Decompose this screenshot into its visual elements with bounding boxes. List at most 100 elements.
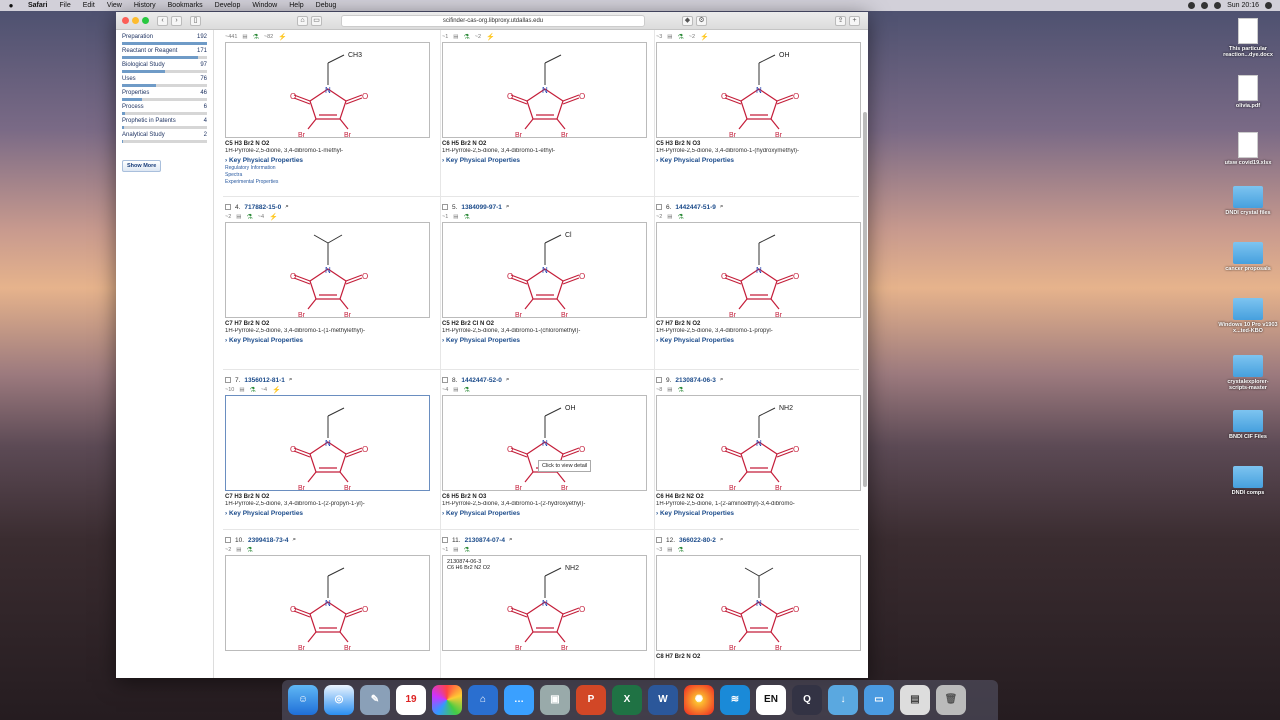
extension-icon[interactable]: ◆ [682,15,693,26]
filter-item[interactable]: Preparation 192 [122,34,207,45]
structure-image[interactable]: 2130874-06-3 C6 H6 Br2 N2 O2 O O N Br Br NH2 [442,555,647,652]
refs-count[interactable]: ~3 [656,547,662,553]
network-icon[interactable]: ≋ [720,685,750,715]
select-checkbox[interactable] [225,204,231,210]
finder-icon[interactable]: ☺ [288,685,318,715]
flask-icon[interactable]: ⚗ [463,33,469,41]
select-checkbox[interactable] [656,537,662,543]
cas-number-link[interactable]: 1442447-51-9 [675,204,715,211]
menu-view[interactable]: View [101,2,128,9]
preview-icon[interactable]: ✎ [360,685,390,715]
select-checkbox[interactable] [656,204,662,210]
filter-item[interactable]: Properties 46 [122,90,207,101]
structure-image[interactable]: O O N Br Br Cl [442,222,647,319]
experimental-properties-link[interactable]: Experimental Properties [225,179,433,185]
safari-icon[interactable]: ◎ [324,685,354,715]
key-physical-properties-link[interactable]: › Key Physical Properties [442,510,650,517]
desktop-item[interactable]: olivia.pdf [1218,75,1278,109]
desktop-item[interactable]: This particular reaction...dye.docx [1218,18,1278,58]
structure-image[interactable]: O O N Br Br [656,222,861,319]
cas-number-link[interactable]: 366022-80-2 [679,537,716,544]
structure-image[interactable]: O O N Br Br CH3 [225,42,430,139]
flask-icon[interactable]: ⚗ [246,546,252,554]
magnifier-icon[interactable]: ⌕ [289,376,293,384]
refs-count[interactable]: ~1 [442,214,448,220]
image-capture-icon[interactable]: ▣ [540,685,570,715]
select-checkbox[interactable] [442,204,448,210]
flask-icon[interactable]: ⚗ [463,546,469,554]
key-physical-properties-link[interactable]: › Key Physical Properties [442,157,650,164]
refs-count[interactable]: ~4 [442,387,448,393]
excel-icon[interactable]: X [612,685,642,715]
settings-icon[interactable]: ⚙ [696,15,707,26]
filter-item[interactable]: Prophetic in Patents 4 [122,118,207,129]
desktop-item[interactable]: DNDI crystal files [1218,186,1278,216]
reference-icon[interactable]: ▤ [453,214,458,220]
structure-image[interactable]: O O N Br Br [225,555,430,652]
magnifier-icon[interactable]: ⌕ [720,203,724,211]
structure-image[interactable]: O O N Br Br [442,42,647,139]
molecule-icon[interactable]: ✺ [684,685,714,715]
tabs-icon[interactable]: ▭ [311,15,322,26]
reference-icon[interactable]: ▤ [667,214,672,220]
refs-count[interactable]: ~1 [442,34,448,40]
reference-icon[interactable]: ▤ [239,387,244,393]
flask-icon[interactable]: ⚗ [250,386,256,394]
reactions-count[interactable]: ~82 [264,34,273,40]
menu-debug[interactable]: Debug [310,2,343,9]
cas-number-link[interactable]: 1356012-81-1 [244,377,284,384]
structure-image[interactable]: O O N Br Br OH [656,42,861,139]
menu-edit[interactable]: Edit [77,2,101,9]
reference-icon[interactable]: ▤ [242,34,247,40]
menu-bookmarks[interactable]: Bookmarks [162,2,209,9]
magnifier-icon[interactable]: ⌕ [506,203,510,211]
reaction-icon[interactable]: ⚡ [700,33,709,41]
regulatory-info-link[interactable]: Regulatory Information [225,165,433,171]
flask-icon[interactable]: ⚗ [253,33,259,41]
reference-icon[interactable]: ▤ [667,34,672,40]
structure-image[interactable]: O O N Br Br OH [442,395,647,492]
folder-icon[interactable]: ▭ [864,685,894,715]
scrollbar[interactable] [863,112,867,487]
select-checkbox[interactable] [225,377,231,383]
desktop-item[interactable]: BNDI CIF Files [1218,410,1278,440]
desktop-item[interactable]: Windows 10 Pro v1903 x...ted-KBO [1218,298,1278,334]
reaction-icon[interactable]: ⚡ [272,386,281,394]
filter-item[interactable]: Analytical Study 2 [122,132,207,143]
reference-icon[interactable]: ▤ [453,387,458,393]
apple-icon[interactable]: ● [0,1,22,10]
cas-number-link[interactable]: 2130874-07-4 [465,537,505,544]
flask-icon[interactable]: ⚗ [677,546,683,554]
quicktime-icon[interactable]: Q [792,685,822,715]
sidebar-icon[interactable]: ▯ [190,15,201,26]
status-icon[interactable] [1188,2,1196,9]
battery-icon[interactable] [1214,2,1222,9]
reaction-icon[interactable]: ⚡ [486,33,495,41]
home-icon[interactable]: ⌂ [297,15,308,26]
structure-image[interactable]: O O N Br Br NH2 [656,395,861,492]
flask-icon[interactable]: ⚗ [677,213,683,221]
filter-item[interactable]: Biological Study 97 [122,62,207,73]
cas-number-link[interactable]: 2399418-73-4 [248,537,288,544]
menu-file[interactable]: File [53,2,76,9]
new-tab-icon[interactable]: + [849,15,860,26]
forward-icon[interactable]: › [171,15,182,26]
menu-app[interactable]: Safari [22,2,53,9]
structure-image[interactable]: O O N Br Br [225,395,430,492]
share-icon[interactable]: ⇪ [835,15,846,26]
refs-count[interactable]: ~8 [656,387,662,393]
desktop-item[interactable]: crystalexplorer-scripts-master [1218,355,1278,391]
reference-icon[interactable]: ▤ [453,34,458,40]
refs-count[interactable]: ~2 [225,547,231,553]
flask-icon[interactable]: ⚗ [246,213,252,221]
clock[interactable]: Sun 20:16 [1227,2,1259,9]
select-checkbox[interactable] [656,377,662,383]
refs-count[interactable]: ~3 [656,34,662,40]
menu-history[interactable]: History [128,2,162,9]
cas-number-link[interactable]: 1442447-52-0 [461,377,501,384]
menu-develop[interactable]: Develop [209,2,247,9]
cas-number-link[interactable]: 2130874-06-3 [675,377,715,384]
spectra-link[interactable]: Spectra [225,172,433,178]
document-icon[interactable]: ▤ [900,685,930,715]
key-physical-properties-link[interactable]: › Key Physical Properties [225,510,433,517]
